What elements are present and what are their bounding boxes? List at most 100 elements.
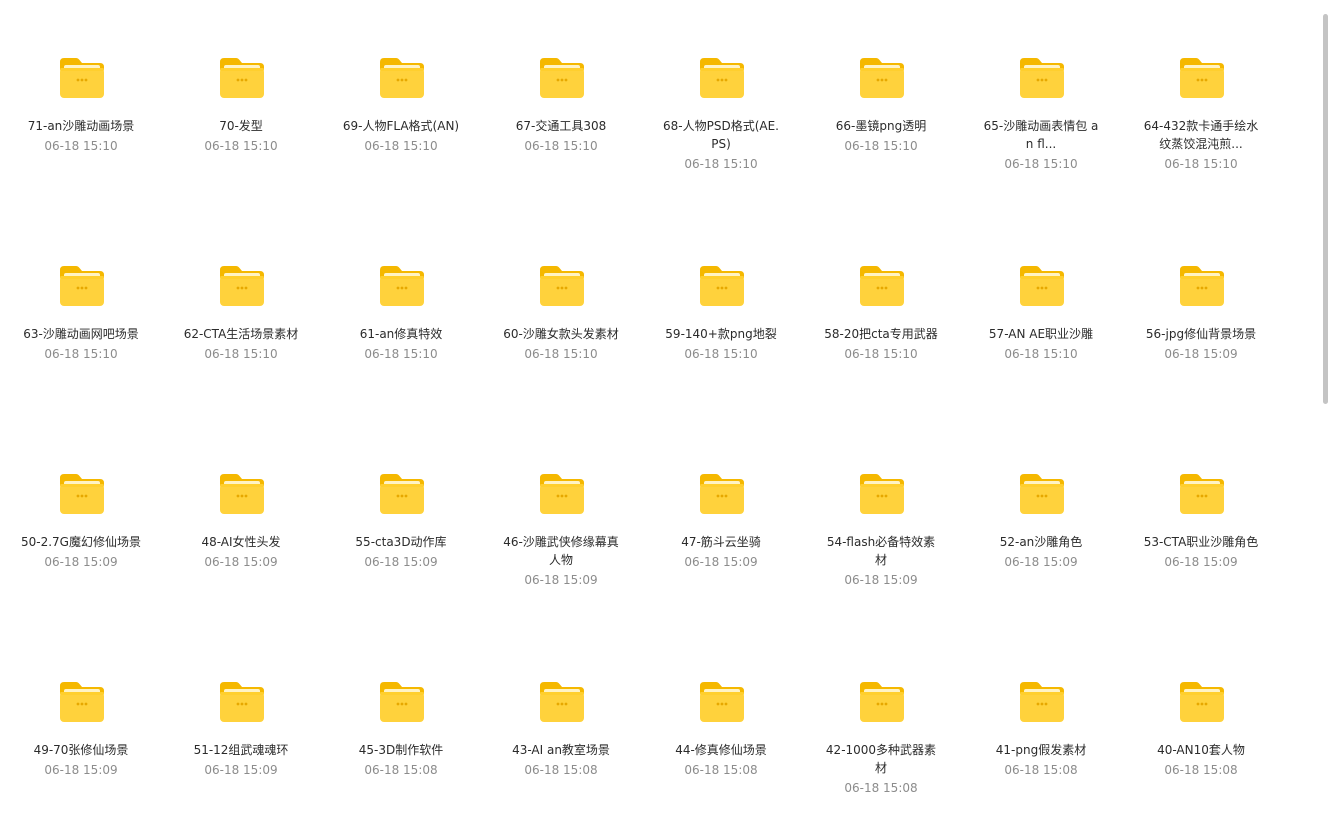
folder-modified-date: 06-18 15:09 [1164, 347, 1238, 361]
folder-name: 49-70张修仙场景 [33, 743, 129, 757]
folder-name: 47-筋斗云坐骑 [681, 535, 761, 549]
folder-item[interactable]: 61-an修真特效 06-18 15:10 [321, 208, 481, 416]
folder-modified-date: 06-18 15:08 [364, 763, 438, 777]
folder-icon [1178, 264, 1226, 308]
folder-item[interactable]: 60-沙雕女款头发素材 06-18 15:10 [481, 208, 641, 416]
folder-item[interactable]: 57-AN AE职业沙雕 06-18 15:10 [961, 208, 1121, 416]
folder-modified-date: 06-18 15:10 [524, 139, 598, 153]
folder-modified-date: 06-18 15:10 [364, 139, 438, 153]
folder-item[interactable]: 42-1000多种武器素材 06-18 15:08 [801, 624, 961, 832]
folder-modified-date: 06-18 15:10 [684, 347, 758, 361]
folder-modified-date: 06-18 15:10 [844, 347, 918, 361]
folder-modified-date: 06-18 15:09 [204, 555, 278, 569]
folder-name: 62-CTA生活场景素材 [183, 327, 299, 341]
scrollbar-thumb[interactable] [1323, 14, 1328, 404]
folder-item[interactable]: 62-CTA生活场景素材 06-18 15:10 [161, 208, 321, 416]
folder-name: 52-an沙雕角色 [999, 535, 1083, 549]
folder-item[interactable]: 53-CTA职业沙雕角色 06-18 15:09 [1121, 416, 1281, 624]
folder-icon [1018, 56, 1066, 100]
folder-item[interactable]: 68-人物PSD格式(AE.PS) 06-18 15:10 [641, 0, 801, 208]
folder-icon [378, 680, 426, 724]
folder-modified-date: 06-18 15:08 [1164, 763, 1238, 777]
folder-name: 71-an沙雕动画场景 [27, 119, 135, 133]
folder-item[interactable]: 69-人物FLA格式(AN) 06-18 15:10 [321, 0, 481, 208]
folder-modified-date: 06-18 15:10 [524, 347, 598, 361]
folder-item[interactable]: 55-cta3D动作库 06-18 15:09 [321, 416, 481, 624]
folder-modified-date: 06-18 15:10 [684, 157, 758, 171]
folder-item[interactable]: 56-jpg修仙背景场景 06-18 15:09 [1121, 208, 1281, 416]
folder-item[interactable]: 54-flash必备特效素材 06-18 15:09 [801, 416, 961, 624]
folder-icon [698, 264, 746, 308]
folder-item[interactable]: 70-发型 06-18 15:10 [161, 0, 321, 208]
folder-name: 57-AN AE职业沙雕 [988, 327, 1094, 341]
folder-item[interactable]: 63-沙雕动画网吧场景 06-18 15:10 [1, 208, 161, 416]
folder-name: 44-修真修仙场景 [675, 743, 767, 757]
folder-modified-date: 06-18 15:10 [364, 347, 438, 361]
folder-modified-date: 06-18 15:09 [844, 573, 918, 587]
folder-icon [58, 264, 106, 308]
folder-modified-date: 06-18 15:08 [524, 763, 598, 777]
folder-icon [698, 680, 746, 724]
folder-grid: 71-an沙雕动画场景 06-18 15:10 70-发型 06-18 15:10 69… [1, 0, 1281, 832]
folder-name: 63-沙雕动画网吧场景 [23, 327, 139, 341]
folder-modified-date: 06-18 15:09 [44, 763, 118, 777]
folder-item[interactable]: 66-墨镜png透明 06-18 15:10 [801, 0, 961, 208]
folder-name: 43-AI an教室场景 [512, 743, 610, 757]
folder-name: 48-AI女性头发 [201, 535, 281, 549]
folder-item[interactable]: 71-an沙雕动画场景 06-18 15:10 [1, 0, 161, 208]
folder-icon [378, 472, 426, 516]
folder-item[interactable]: 67-交通工具308 06-18 15:10 [481, 0, 641, 208]
folder-modified-date: 06-18 15:09 [524, 573, 598, 587]
folder-name: 67-交通工具308 [515, 119, 607, 133]
folder-name: 61-an修真特效 [359, 327, 443, 341]
vertical-scrollbar[interactable] [1323, 0, 1328, 811]
folder-item[interactable]: 51-12组武魂魂环 06-18 15:09 [161, 624, 321, 832]
folder-name: 40-AN10套人物 [1157, 743, 1245, 757]
folder-name: 66-墨镜png透明 [835, 119, 927, 133]
folder-item[interactable]: 41-png假发素材 06-18 15:08 [961, 624, 1121, 832]
folder-modified-date: 06-18 15:09 [684, 555, 758, 569]
folder-icon [1178, 680, 1226, 724]
folder-name: 56-jpg修仙背景场景 [1145, 327, 1257, 341]
folder-icon [218, 264, 266, 308]
folder-icon [858, 680, 906, 724]
folder-icon [538, 680, 586, 724]
folder-name: 58-20把cta专用武器 [824, 327, 938, 341]
folder-icon [218, 680, 266, 724]
folder-modified-date: 06-18 15:10 [44, 347, 118, 361]
folder-item[interactable]: 45-3D制作软件 06-18 15:08 [321, 624, 481, 832]
folder-name: 59-140+款png地裂 [665, 327, 777, 341]
folder-icon [378, 264, 426, 308]
folder-name: 45-3D制作软件 [358, 743, 444, 757]
folder-icon [58, 56, 106, 100]
folder-name: 64-432款卡通手绘水纹蒸饺混沌煎... [1143, 119, 1259, 151]
folder-name: 69-人物FLA格式(AN) [342, 119, 460, 133]
folder-icon [698, 56, 746, 100]
folder-name: 54-flash必备特效素材 [826, 535, 936, 567]
folder-name: 50-2.7G魔幻修仙场景 [21, 535, 141, 549]
folder-item[interactable]: 40-AN10套人物 06-18 15:08 [1121, 624, 1281, 832]
folder-name: 65-沙雕动画表情包 an fl... [983, 119, 1099, 151]
folder-item[interactable]: 50-2.7G魔幻修仙场景 06-18 15:09 [1, 416, 161, 624]
folder-modified-date: 06-18 15:08 [844, 781, 918, 795]
folder-item[interactable]: 43-AI an教室场景 06-18 15:08 [481, 624, 641, 832]
folder-item[interactable]: 46-沙雕武侠修缘幕真人物 06-18 15:09 [481, 416, 641, 624]
folder-item[interactable]: 64-432款卡通手绘水纹蒸饺混沌煎... 06-18 15:10 [1121, 0, 1281, 208]
folder-item[interactable]: 65-沙雕动画表情包 an fl... 06-18 15:10 [961, 0, 1121, 208]
folder-item[interactable]: 44-修真修仙场景 06-18 15:08 [641, 624, 801, 832]
folder-icon [378, 56, 426, 100]
folder-icon [1178, 472, 1226, 516]
folder-item[interactable]: 59-140+款png地裂 06-18 15:10 [641, 208, 801, 416]
folder-item[interactable]: 58-20把cta专用武器 06-18 15:10 [801, 208, 961, 416]
folder-item[interactable]: 48-AI女性头发 06-18 15:09 [161, 416, 321, 624]
folder-modified-date: 06-18 15:09 [364, 555, 438, 569]
folder-name: 55-cta3D动作库 [355, 535, 447, 549]
folder-name: 51-12组武魂魂环 [193, 743, 289, 757]
folder-icon [1018, 680, 1066, 724]
folder-item[interactable]: 52-an沙雕角色 06-18 15:09 [961, 416, 1121, 624]
folder-name: 60-沙雕女款头发素材 [503, 327, 619, 341]
folder-name: 68-人物PSD格式(AE.PS) [663, 119, 779, 151]
folder-item[interactable]: 47-筋斗云坐骑 06-18 15:09 [641, 416, 801, 624]
folder-icon [1178, 56, 1226, 100]
folder-item[interactable]: 49-70张修仙场景 06-18 15:09 [1, 624, 161, 832]
